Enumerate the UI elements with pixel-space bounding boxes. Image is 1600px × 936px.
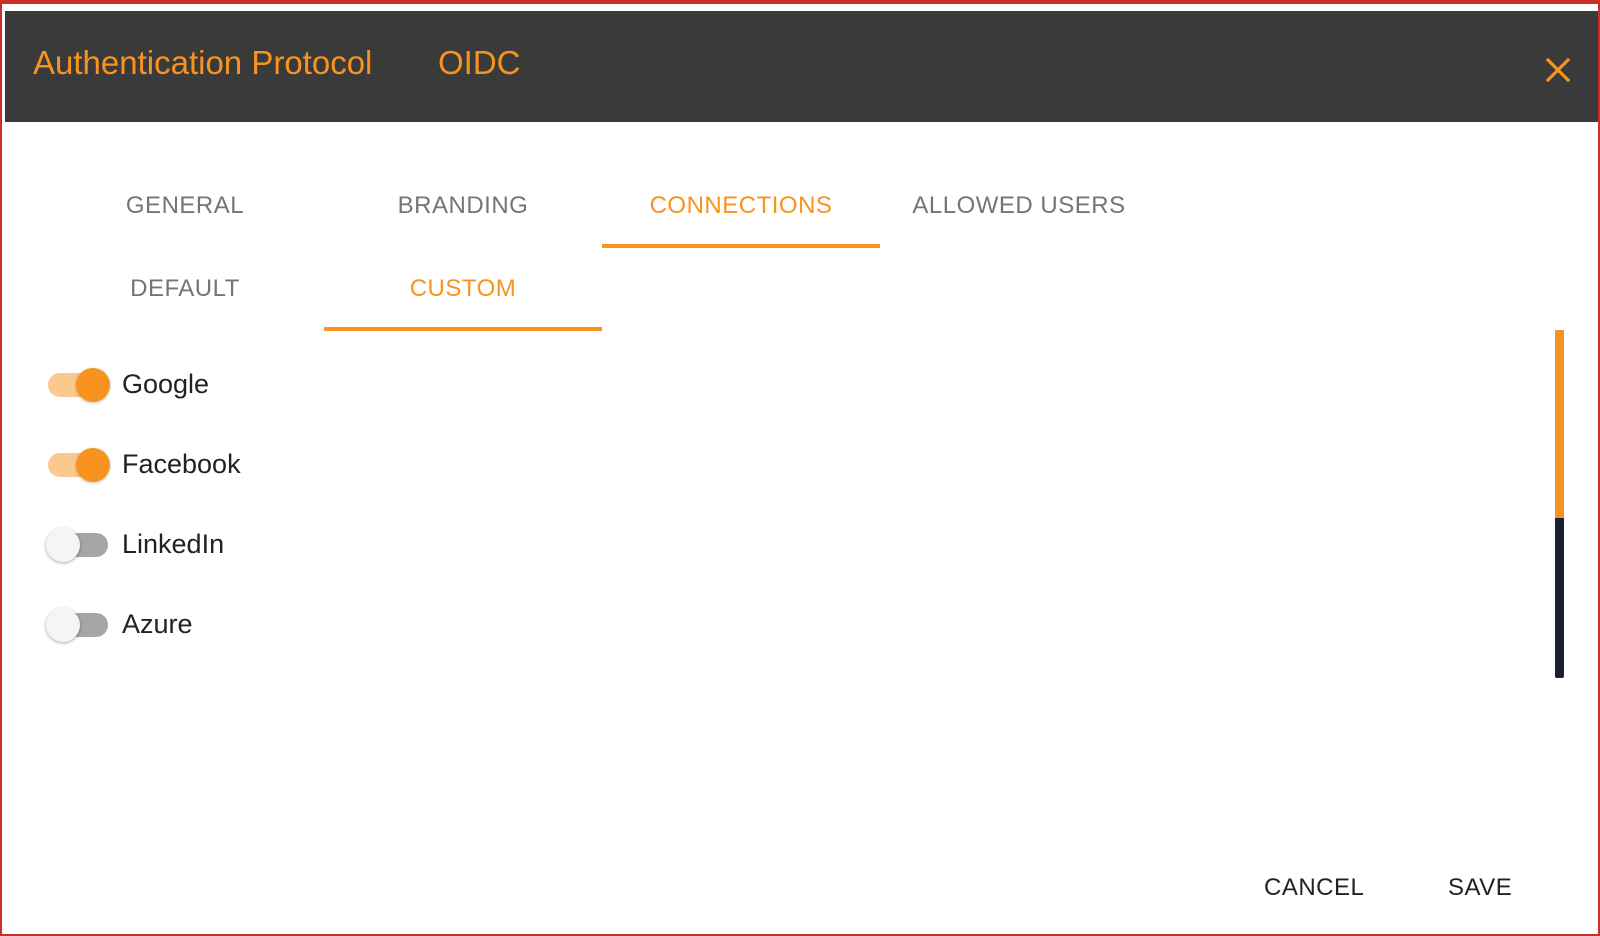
facebook-toggle[interactable] [46, 444, 110, 484]
tab-label: DEFAULT [130, 275, 240, 302]
dialog-title: Authentication Protocol [33, 44, 373, 81]
connection-azure[interactable]: Azure [46, 584, 241, 664]
connections-list: Google Facebook LinkedIn Azure [46, 344, 241, 664]
tab-label: BRANDING [397, 192, 529, 219]
subtab-default[interactable]: DEFAULT [46, 247, 324, 331]
tab-branding[interactable]: BRANDING [324, 164, 602, 248]
connection-label: Azure [122, 608, 193, 639]
connection-label: LinkedIn [122, 528, 225, 559]
main-tabs: GENERAL BRANDING CONNECTIONS ALLOWED USE… [46, 164, 1158, 248]
cancel-button[interactable]: CANCEL [1264, 874, 1364, 902]
connection-label: Google [122, 368, 210, 399]
tab-label: ALLOWED USERS [912, 192, 1126, 219]
tab-general[interactable]: GENERAL [46, 164, 324, 248]
tab-connections[interactable]: CONNECTIONS [602, 164, 880, 248]
connection-label: Facebook [122, 448, 241, 479]
close-button[interactable] [1539, 51, 1577, 89]
connection-google[interactable]: Google [46, 344, 241, 424]
scrollbar-thumb[interactable] [1555, 330, 1564, 518]
linkedin-toggle[interactable] [46, 524, 110, 564]
connection-subtabs: DEFAULT CUSTOM [46, 247, 602, 331]
connection-linkedin[interactable]: LinkedIn [46, 504, 241, 584]
protocol-name: OIDC [438, 44, 521, 81]
dialog-header: Authentication Protocol OIDC [5, 11, 1598, 122]
subtab-custom[interactable]: CUSTOM [324, 247, 602, 331]
azure-toggle[interactable] [46, 604, 110, 644]
tab-label: CUSTOM [409, 275, 517, 302]
connection-facebook[interactable]: Facebook [46, 424, 241, 504]
close-icon [1545, 57, 1571, 83]
dialog: Authentication Protocol OIDC GENERAL BRA… [0, 0, 1600, 936]
google-toggle[interactable] [46, 364, 110, 404]
scrollbar[interactable] [1555, 330, 1564, 678]
tab-label: GENERAL [125, 192, 245, 219]
save-button[interactable]: SAVE [1448, 874, 1512, 902]
tab-label: CONNECTIONS [649, 192, 833, 219]
scrollbar-track[interactable] [1555, 518, 1564, 678]
tab-allowed-users[interactable]: ALLOWED USERS [880, 164, 1158, 248]
